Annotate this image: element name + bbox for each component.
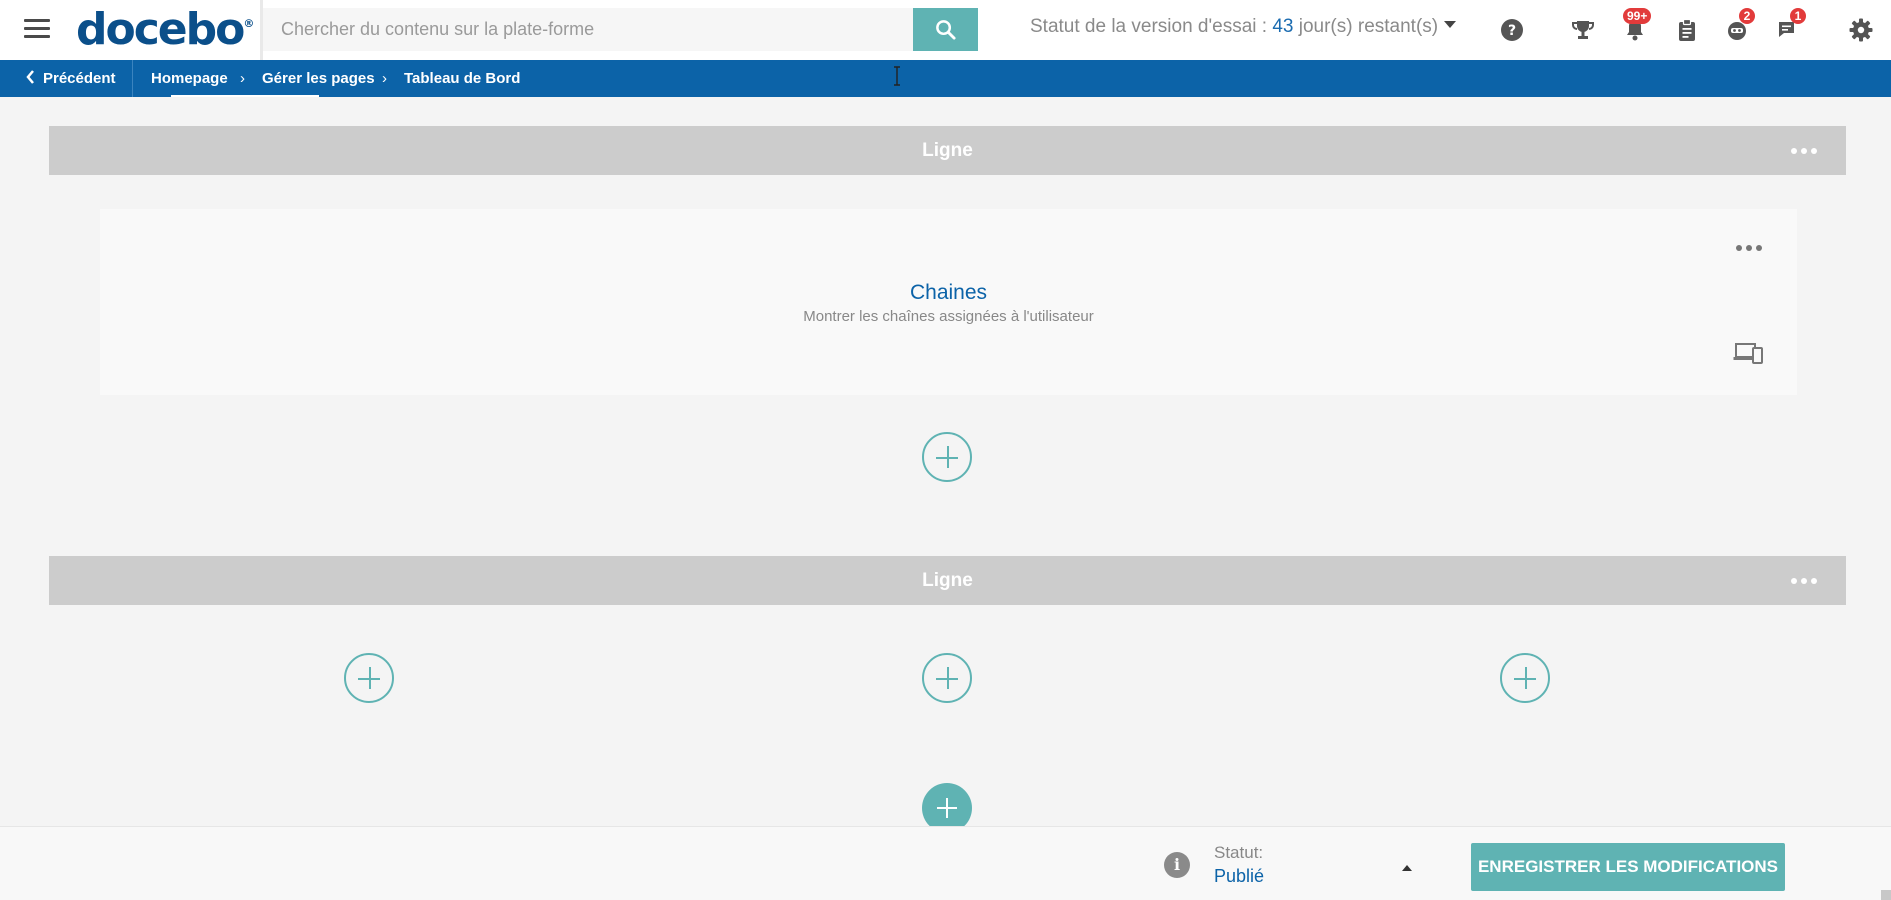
row-header[interactable]: Ligne xyxy=(49,556,1846,605)
chevron-right-icon: › xyxy=(240,70,245,87)
row-title: Ligne xyxy=(922,140,973,161)
svg-text:?: ? xyxy=(1508,23,1516,39)
chevron-right-icon: › xyxy=(382,70,387,87)
top-bar: docebo® Statut de la version d'essai : 4… xyxy=(0,0,1891,60)
menu-icon[interactable] xyxy=(24,19,50,41)
breadcrumb-divider xyxy=(132,60,133,97)
status-label: Statut: xyxy=(1214,843,1264,862)
breadcrumb-item-manage-pages[interactable]: Gérer les pages xyxy=(262,60,375,97)
breadcrumb-active-underline xyxy=(171,95,319,97)
widget-title: Chaines xyxy=(909,281,988,304)
chevron-up-icon[interactable] xyxy=(1402,865,1412,871)
row-options-icon[interactable] xyxy=(1791,576,1817,586)
tasks-button[interactable] xyxy=(1672,15,1702,45)
back-button[interactable]: Précédent xyxy=(26,60,116,97)
add-widget-button[interactable] xyxy=(1500,653,1550,703)
add-widget-button[interactable] xyxy=(922,432,972,482)
footer-bar: i Statut: Publié ENREGISTRER LES MODIFIC… xyxy=(0,826,1891,900)
help-button[interactable]: ? xyxy=(1497,15,1527,45)
notifications-badge: 99+ xyxy=(1623,8,1652,24)
trial-status-dropdown[interactable]: Statut de la version d'essai : 43 jour(s… xyxy=(1030,16,1457,38)
search-button[interactable] xyxy=(913,8,978,51)
row-options-icon[interactable] xyxy=(1791,146,1817,156)
trophy-icon xyxy=(1572,21,1594,39)
trial-status-label: Statut de la version d'essai : xyxy=(1030,16,1268,37)
breadcrumb-item-dashboard: Tableau de Bord xyxy=(404,70,521,87)
chevron-left-icon xyxy=(26,70,34,84)
save-changes-button[interactable]: ENREGISTRER LES MODIFICATIONS xyxy=(1471,843,1785,891)
assistant-badge: 2 xyxy=(1739,8,1755,24)
trial-days-unit: jour(s) restant(s) xyxy=(1298,16,1439,37)
row-header[interactable]: Ligne xyxy=(49,126,1846,175)
devices-icon[interactable] xyxy=(1733,342,1763,364)
search-icon xyxy=(936,20,956,40)
notifications-button[interactable]: 99+ xyxy=(1620,8,1652,45)
achievements-button[interactable] xyxy=(1568,15,1598,45)
clipboard-icon xyxy=(1679,18,1695,41)
widget-subtitle: Montrer les chaînes assignées à l'utilis… xyxy=(803,308,1094,325)
add-widget-button[interactable] xyxy=(344,653,394,703)
docebo-logo[interactable]: docebo® xyxy=(76,4,254,56)
messages-badge: 1 xyxy=(1790,8,1806,24)
channels-widget[interactable]: Chaines Montrer les chaînes assignées à … xyxy=(100,209,1797,395)
breadcrumb: Précédent Homepage › Gérer les pages › T… xyxy=(0,60,1891,97)
logo-mark: ® xyxy=(243,17,255,30)
add-widget-button[interactable] xyxy=(922,653,972,703)
text-cursor-icon xyxy=(894,66,900,86)
logo-text: docebo xyxy=(76,4,245,55)
gear-icon xyxy=(1849,18,1873,42)
help-icon: ? xyxy=(1501,19,1523,41)
trial-days-count: 43 xyxy=(1272,16,1294,37)
resize-handle[interactable] xyxy=(1881,890,1891,900)
back-label: Précédent xyxy=(43,70,116,87)
messages-button[interactable]: 1 xyxy=(1773,8,1806,45)
row-title: Ligne xyxy=(922,570,973,591)
chevron-down-icon xyxy=(1444,21,1457,29)
breadcrumb-item-homepage[interactable]: Homepage xyxy=(151,60,228,97)
info-icon[interactable]: i xyxy=(1164,852,1190,878)
settings-button[interactable] xyxy=(1846,15,1876,45)
status-value[interactable]: Publié xyxy=(1214,866,1264,887)
search-input[interactable] xyxy=(263,8,913,51)
widget-options-icon[interactable] xyxy=(1736,243,1762,253)
assistant-button[interactable]: 2 xyxy=(1722,8,1755,45)
